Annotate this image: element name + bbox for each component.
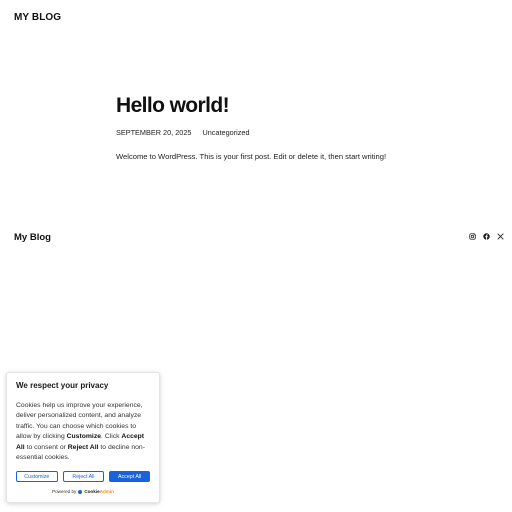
- reject-all-button[interactable]: Reject All: [62, 471, 105, 483]
- cookieadmin-brand[interactable]: CookieAdmin: [84, 489, 114, 494]
- post-content: Welcome to WordPress. This is your first…: [116, 152, 387, 161]
- post-title[interactable]: Hello world!: [116, 92, 496, 120]
- facebook-icon[interactable]: [483, 233, 490, 240]
- instagram-icon[interactable]: [469, 233, 476, 240]
- post-meta: SEPTEMBER 20, 2025 Uncategorized: [116, 128, 496, 137]
- post-date[interactable]: SEPTEMBER 20, 2025: [116, 128, 191, 137]
- post-category[interactable]: Uncategorized: [202, 128, 249, 137]
- customize-button[interactable]: Customize: [16, 471, 58, 483]
- cookie-consent-banner: We respect your privacy Cookies help us …: [6, 372, 160, 503]
- cookieadmin-logo-icon: [78, 489, 83, 494]
- cookie-banner-buttons: Customize Reject All Accept All: [16, 471, 150, 483]
- powered-by: Powered by CookieAdmin: [16, 489, 150, 494]
- cookie-banner-title: We respect your privacy: [16, 381, 109, 390]
- powered-by-label: Powered by: [52, 489, 77, 495]
- post: Hello world! SEPTEMBER 20, 2025 Uncatego…: [116, 92, 496, 161]
- x-icon[interactable]: [497, 233, 504, 240]
- accept-all-button[interactable]: Accept All: [109, 471, 150, 483]
- cookie-banner-text: Cookies help us improve your experience,…: [16, 402, 145, 462]
- site-title[interactable]: MY BLOG: [14, 12, 61, 23]
- footer-site-title[interactable]: My Blog: [14, 232, 51, 243]
- social-links: [469, 233, 504, 240]
